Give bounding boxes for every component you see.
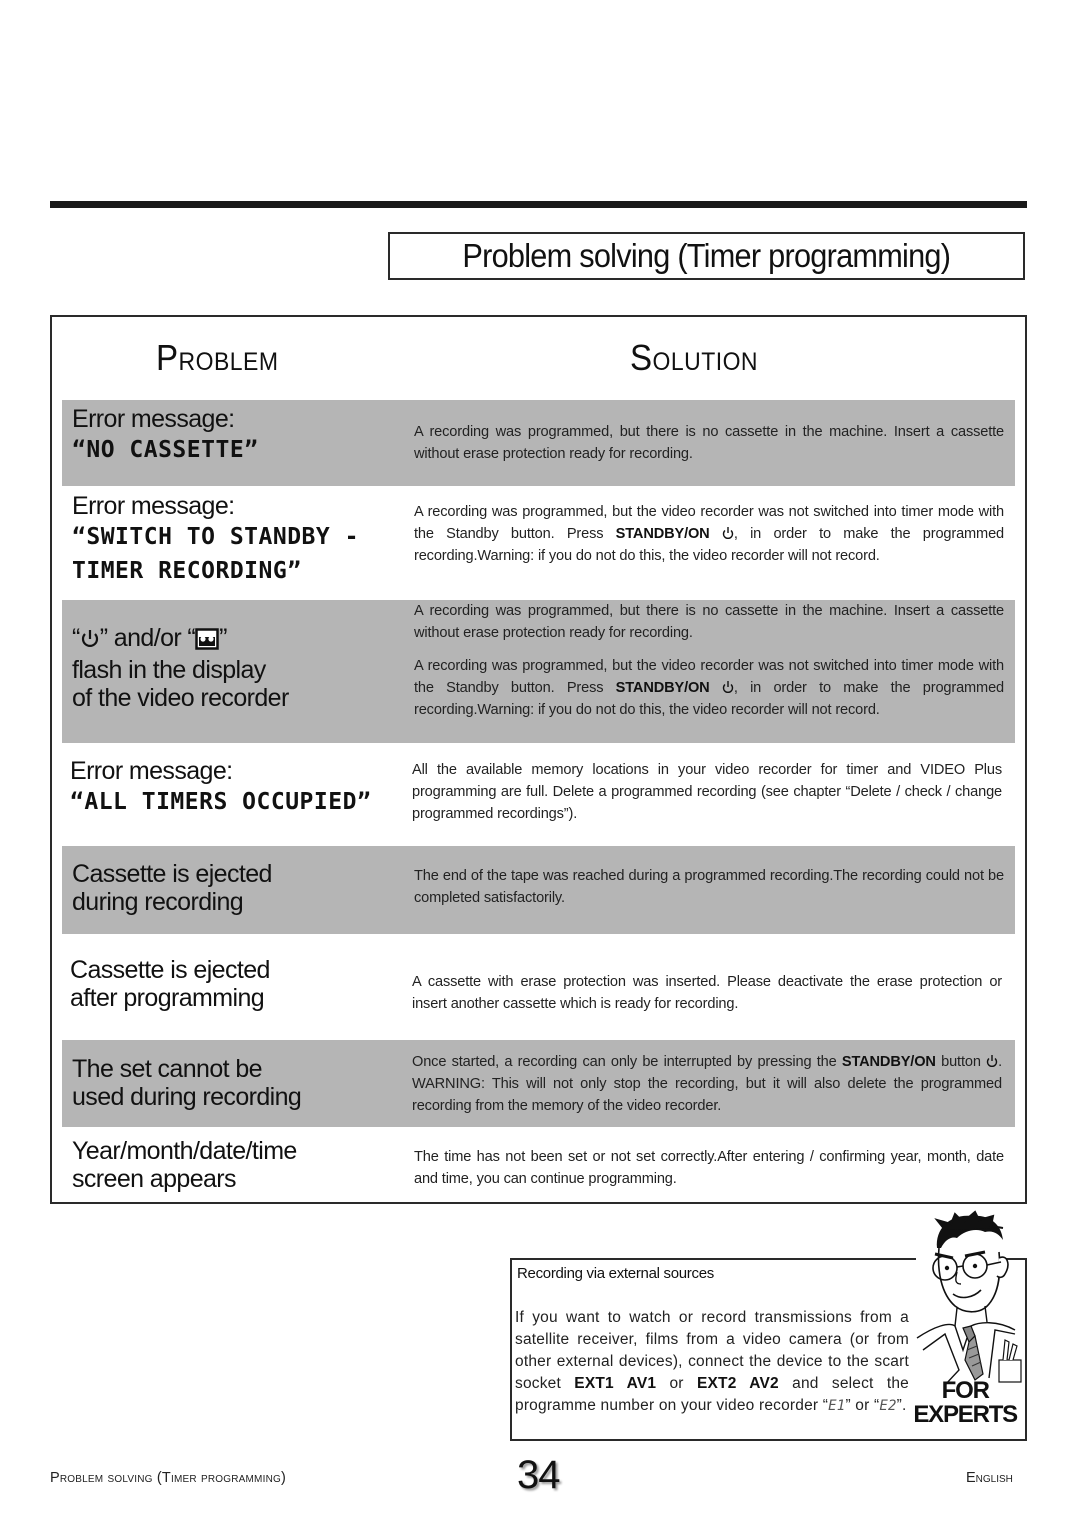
solution-cell: The time has not been set or not set cor… [414,1146,1004,1190]
standby-on-label: STANDBY/ON [841,1054,936,1070]
solution-text: The end of the tape was reached during a… [414,868,1004,906]
solution-text: All the available memory locations in yo… [412,762,1002,822]
solution-text: A recording was programmed, but there is… [414,424,1004,462]
error-code: “SWITCH TO STANDBY - [72,524,359,550]
problem-cell: Cassette is ejected during recording [72,860,417,916]
footer-language: English [966,1470,1013,1486]
experts-body: If you want to watch or record transmiss… [515,1309,909,1414]
solution-cell: A recording was programmed, but there is… [414,600,1004,721]
table-row: “” and/or “” flash in the display of the… [62,600,1015,743]
footer-section-title: Problem solving (Timer programming) [50,1470,286,1486]
problem-line: of the video recorder [72,684,289,712]
lcd-e2: E2 [879,1398,897,1414]
problem-line: Error message: [70,757,233,785]
standby-on-label: STANDBY/ON [615,680,710,696]
problem-line: Error message: [72,492,235,520]
solution-text: Once started, a recording can only be in… [412,1054,1003,1114]
table-row: Error message: “ALL TIMERS OCCUPIED” All… [62,743,1015,845]
solution-text: A recording was programmed, but the vide… [414,504,1004,564]
lcd-e1: E1 [828,1398,846,1414]
error-code: “ALL TIMERS OCCUPIED” [70,789,372,815]
problem-line: used during recording [72,1083,302,1111]
socket-ext1: EXT1 AV1 [574,1375,657,1392]
solution-text: The time has not been set or not set cor… [414,1149,1004,1187]
table-row: Error message: “SWITCH TO STANDBY - TIME… [62,486,1015,596]
problem-line: screen appears [72,1165,237,1193]
column-header-solution: Solution [630,337,759,378]
table-row: The set cannot be used during recording … [62,1040,1015,1127]
error-code: TIMER RECORDING” [72,558,302,584]
table-row: Error message: “NO CASSETTE” A recording… [62,400,1015,486]
problem-line: flash in the display [72,656,266,684]
page-number: 34 [517,1453,560,1497]
table-row: Year/month/date/time screen appears The … [62,1127,1015,1199]
problem-cell: Error message: “ALL TIMERS OCCUPIED” [70,757,415,819]
for-experts-badge: FOR EXPERTS [913,1377,1018,1428]
timer-power-icon [80,628,100,656]
problem-cell: Error message: “NO CASSETTE” [72,405,417,467]
solution-text: A cassette with erase protection was ins… [412,974,1002,1012]
column-header-problem: Problem [156,337,279,378]
error-code: “NO CASSETTE” [72,437,259,463]
problem-line: during recording [72,888,244,916]
problem-line: Year/month/date/time [72,1137,297,1165]
page-title: Problem solving (Timer programming) [462,237,952,274]
top-rule [50,201,1027,208]
solution-cell: All the available memory locations in yo… [412,759,1002,825]
expert-character-icon [915,1210,1027,1386]
problem-cell: “” and/or “” flash in the display of the… [72,624,417,712]
power-icon [722,680,734,694]
problem-line: “” and/or “” [72,624,417,656]
solution-cell: Once started, a recording can only be in… [412,1051,1002,1117]
solution-text: A recording was programmed, but the vide… [414,658,1004,718]
solution-cell: A cassette with erase protection was ins… [412,971,1002,1015]
problem-line: Error message: [72,405,235,433]
problem-line: Cassette is ejected [72,860,272,888]
problem-line: The set cannot be [72,1055,263,1083]
problem-cell: Cassette is ejected after programming [70,956,415,1012]
standby-on-label: STANDBY/ON [615,526,710,542]
table-row: Cassette is ejected after programming A … [62,934,1015,1040]
problem-cell: Year/month/date/time screen appears [72,1137,417,1193]
problem-line: after programming [70,984,265,1012]
socket-ext2: EXT2 AV2 [696,1375,779,1392]
power-icon [986,1054,998,1068]
problem-cell: The set cannot be used during recording [72,1055,417,1111]
table-row: Cassette is ejected during recording The… [62,846,1015,934]
solution-text: A recording was programmed, but there is… [414,603,1004,641]
solution-cell: A recording was programmed, but there is… [414,421,1004,465]
problem-line: Cassette is ejected [70,956,270,984]
solution-cell: A recording was programmed, but the vide… [414,501,1004,567]
problem-solution-table: Problem Solution Error message: “NO CASS… [50,315,1027,1204]
power-icon [722,526,734,540]
cassette-icon [195,628,219,656]
page-title-box: Problem solving (Timer programming) [388,232,1025,280]
experts-title: Recording via external sources [517,1265,714,1282]
problem-cell: Error message: “SWITCH TO STANDBY - TIME… [72,492,417,588]
solution-cell: The end of the tape was reached during a… [414,865,1004,909]
